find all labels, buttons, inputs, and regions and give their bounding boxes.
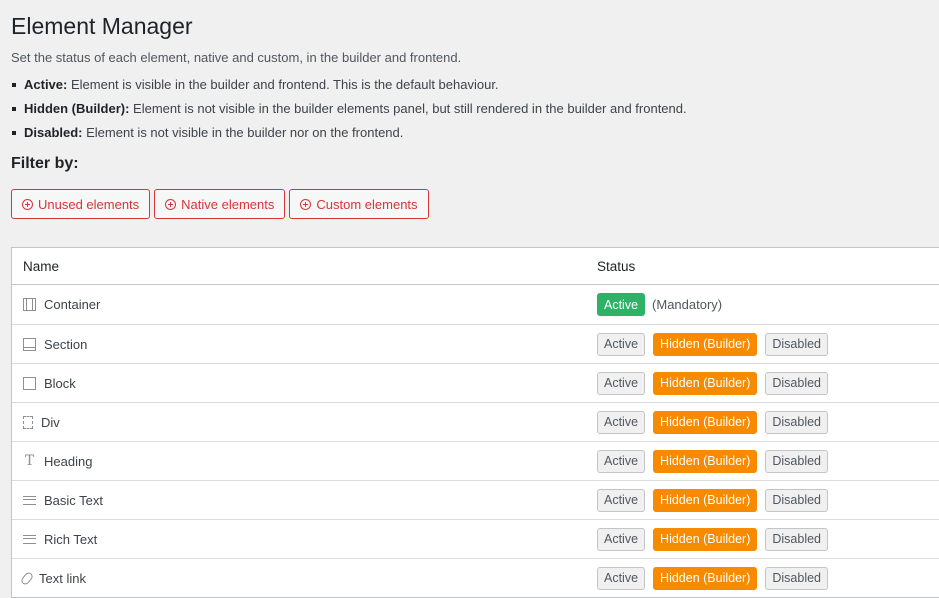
status-disabled-button[interactable]: Disabled xyxy=(765,410,829,434)
legend-text: Element is not visible in the builder el… xyxy=(129,101,687,116)
table-row: T Heading Active Hidden (Builder) Disabled xyxy=(12,441,939,480)
element-name: Section xyxy=(44,336,88,352)
filter-custom-button[interactable]: Custom elements xyxy=(289,189,429,219)
filter-label: Custom elements xyxy=(316,196,418,212)
status-active-button[interactable]: Active xyxy=(597,293,646,316)
table-row: Section Active Hidden (Builder) Disabled xyxy=(12,324,939,363)
status-disabled-button[interactable]: Disabled xyxy=(765,332,829,356)
status-hidden-button[interactable]: Hidden (Builder) xyxy=(653,488,758,512)
filter-label: Native elements xyxy=(181,196,275,212)
element-name: Block xyxy=(44,375,76,391)
mandatory-note: (Mandatory) xyxy=(652,297,723,312)
table-row: Rich Text Active Hidden (Builder) Disabled xyxy=(12,519,939,558)
legend-item-hidden: Hidden (Builder): Element is not visible… xyxy=(11,101,939,117)
element-name-cell: Rich Text xyxy=(12,532,586,547)
status-disabled-button[interactable]: Disabled xyxy=(765,527,829,551)
add-circle-icon xyxy=(165,198,177,210)
status-cell: Active Hidden (Builder) Disabled xyxy=(586,566,939,590)
filter-bar: Unused elements Native elements Custom e… xyxy=(11,189,939,219)
legend-text: Element is not visible in the builder no… xyxy=(82,125,404,140)
add-circle-icon xyxy=(22,198,33,210)
element-name-cell: Div xyxy=(12,415,586,430)
element-name-cell: Container xyxy=(12,297,586,312)
div-icon xyxy=(23,415,33,429)
element-name-cell: Block xyxy=(12,376,586,391)
bullet-icon xyxy=(12,107,16,111)
status-active-button[interactable]: Active xyxy=(597,410,646,434)
element-manager-page: Element Manager Set the status of each e… xyxy=(0,0,939,219)
page-description: Set the status of each element, native a… xyxy=(11,50,462,65)
element-name: Container xyxy=(44,297,101,312)
page-title: Element Manager xyxy=(11,13,193,39)
elements-table: Name Status Container Active (Mandatory) Se… xyxy=(11,247,939,598)
status-hidden-button[interactable]: Hidden (Builder) xyxy=(653,566,758,590)
table-row: Block Active Hidden (Builder) Disabled xyxy=(12,363,939,402)
heading-icon: T xyxy=(24,452,35,469)
status-hidden-button[interactable]: Hidden (Builder) xyxy=(653,371,758,395)
element-name-cell: Basic Text xyxy=(12,493,586,508)
bullet-icon xyxy=(12,83,16,87)
status-disabled-button[interactable]: Disabled xyxy=(765,449,829,473)
filter-native-button[interactable]: Native elements xyxy=(154,189,286,219)
filter-unused-button[interactable]: Unused elements xyxy=(11,189,151,219)
table-header: Name Status xyxy=(12,248,939,285)
column-header-status: Status xyxy=(597,258,636,274)
element-name-cell: T Heading xyxy=(12,454,586,469)
column-header-name: Name xyxy=(23,258,60,274)
link-icon xyxy=(19,570,35,586)
element-name: Div xyxy=(41,414,60,430)
status-disabled-button[interactable]: Disabled xyxy=(765,371,829,395)
status-disabled-button[interactable]: Disabled xyxy=(765,566,829,590)
text-lines-icon xyxy=(23,494,36,507)
table-row: Div Active Hidden (Builder) Disabled xyxy=(12,402,939,441)
legend-text: Element is visible in the builder and fr… xyxy=(67,77,499,92)
status-cell: Active Hidden (Builder) Disabled xyxy=(586,371,939,395)
block-icon xyxy=(23,376,36,390)
status-hidden-button[interactable]: Hidden (Builder) xyxy=(653,332,758,356)
status-legend: Active: Element is visible in the builde… xyxy=(11,77,939,141)
section-icon xyxy=(23,337,36,351)
add-circle-icon xyxy=(300,198,312,210)
legend-item-active: Active: Element is visible in the builde… xyxy=(11,77,939,93)
legend-term: Active: xyxy=(24,77,68,92)
status-cell: Active (Mandatory) xyxy=(586,293,939,316)
element-name: Heading xyxy=(44,453,93,469)
status-active-button[interactable]: Active xyxy=(597,488,646,512)
status-active-button[interactable]: Active xyxy=(597,527,646,551)
bullet-icon xyxy=(12,131,16,135)
status-active-button[interactable]: Active xyxy=(597,332,646,356)
status-cell: Active Hidden (Builder) Disabled xyxy=(586,527,939,551)
status-cell: Active Hidden (Builder) Disabled xyxy=(586,488,939,512)
container-icon xyxy=(23,298,36,311)
text-lines-icon xyxy=(23,533,36,546)
legend-item-disabled: Disabled: Element is not visible in the … xyxy=(11,125,939,141)
status-hidden-button[interactable]: Hidden (Builder) xyxy=(653,410,758,434)
element-name: Rich Text xyxy=(44,531,98,547)
legend-term: Disabled: xyxy=(24,125,83,140)
status-active-button[interactable]: Active xyxy=(597,566,646,590)
status-cell: Active Hidden (Builder) Disabled xyxy=(586,332,939,356)
status-active-button[interactable]: Active xyxy=(597,449,646,473)
status-cell: Active Hidden (Builder) Disabled xyxy=(586,449,939,473)
filter-heading: Filter by: xyxy=(11,155,79,172)
status-cell: Active Hidden (Builder) Disabled xyxy=(586,410,939,434)
element-name-cell: Text link xyxy=(12,570,586,586)
table-row: Container Active (Mandatory) xyxy=(12,285,939,324)
status-active-button[interactable]: Active xyxy=(597,371,646,395)
element-name-cell: Section xyxy=(12,337,586,352)
table-body: Container Active (Mandatory) Section Active H… xyxy=(12,285,939,597)
status-disabled-button[interactable]: Disabled xyxy=(765,488,829,512)
filter-label: Unused elements xyxy=(38,196,140,212)
table-row: Basic Text Active Hidden (Builder) Disabled xyxy=(12,480,939,519)
status-hidden-button[interactable]: Hidden (Builder) xyxy=(653,527,758,551)
status-hidden-button[interactable]: Hidden (Builder) xyxy=(653,449,758,473)
element-name: Basic Text xyxy=(44,492,104,508)
legend-term: Hidden (Builder): xyxy=(24,101,130,116)
element-name: Text link xyxy=(39,570,86,586)
